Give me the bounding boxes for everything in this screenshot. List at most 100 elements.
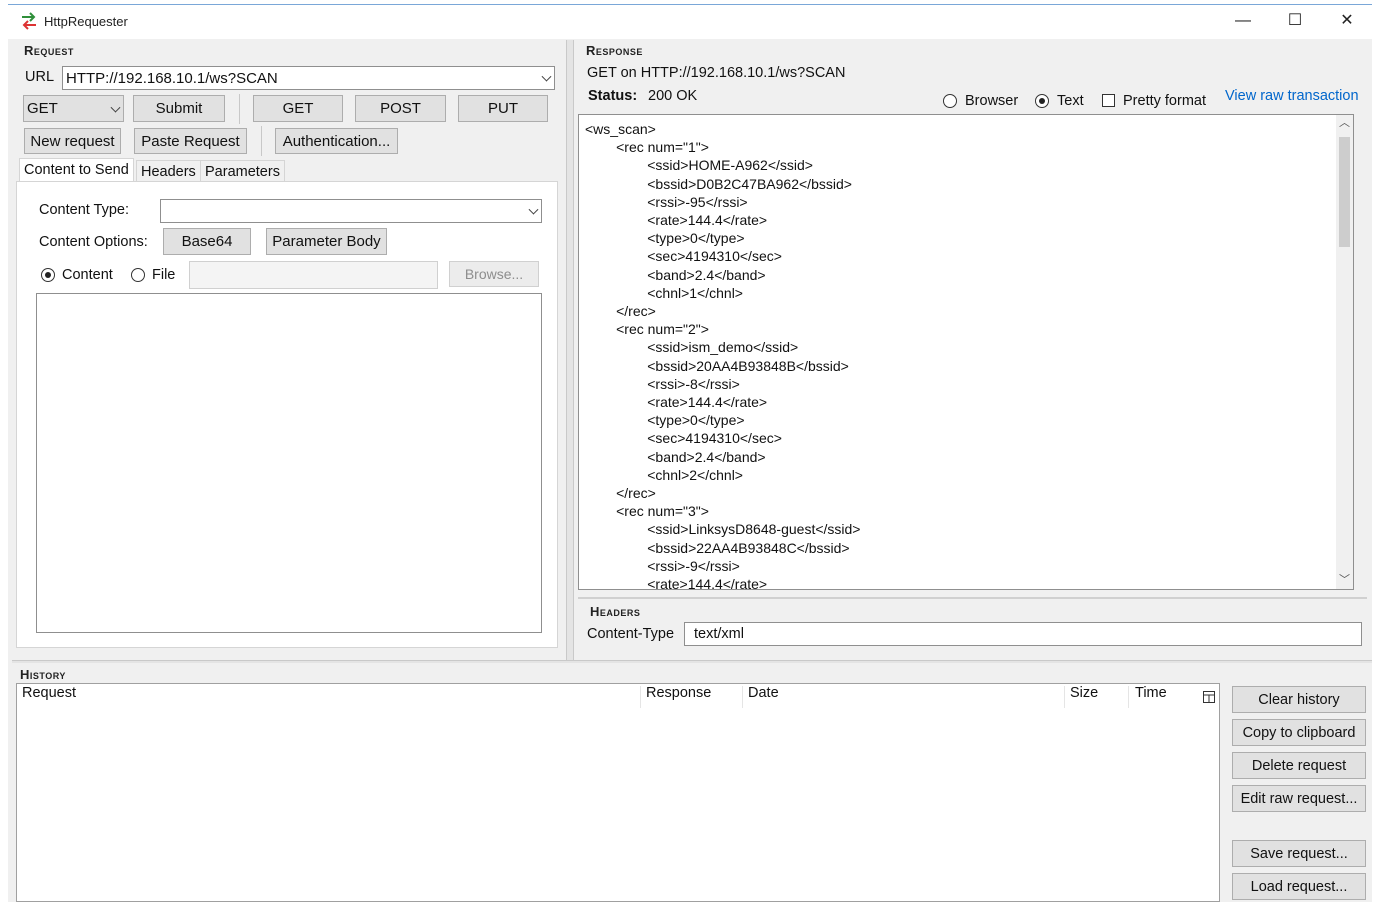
- minimize-button[interactable]: —: [1220, 5, 1266, 39]
- content-body-textarea[interactable]: [36, 293, 542, 633]
- edit-raw-request-button[interactable]: Edit raw request...: [1232, 785, 1366, 812]
- authentication-button[interactable]: Authentication...: [275, 128, 398, 154]
- response-body-line: <rate>144.4</rate>: [585, 576, 768, 590]
- url-value: HTTP://192.168.10.1/ws?SCAN: [66, 69, 278, 87]
- content-radio[interactable]: [41, 268, 55, 282]
- title-bar: HttpRequester — ☐ ✕: [8, 5, 1372, 39]
- response-body-line: <bssid>D0B2C47BA962</bssid>: [585, 175, 852, 192]
- column-divider[interactable]: [1128, 686, 1129, 708]
- response-body-line: <bssid>22AA4B93848C</bssid>: [585, 539, 850, 556]
- browser-radio[interactable]: [943, 94, 957, 108]
- view-raw-transaction-link[interactable]: View raw transaction: [1225, 88, 1359, 104]
- response-body-line: <rec num="2">: [585, 321, 709, 338]
- response-body-line: <rec num="1">: [585, 139, 709, 156]
- submit-button[interactable]: Submit: [133, 95, 225, 122]
- response-body-line: <band>2.4</band>: [585, 448, 766, 465]
- window-title: HttpRequester: [44, 14, 128, 29]
- toolbar-divider: [239, 94, 240, 124]
- horizontal-splitter[interactable]: [12, 660, 1372, 663]
- tab-headers[interactable]: Headers: [136, 160, 201, 183]
- url-input[interactable]: HTTP://192.168.10.1/ws?SCAN: [62, 66, 555, 90]
- response-body-line: <sec>4194310</sec>: [585, 430, 782, 447]
- response-body-line: <ssid>ism_demo</ssid>: [585, 339, 799, 356]
- response-body-line: <rate>144.4</rate>: [585, 212, 768, 228]
- chevron-down-icon: [528, 204, 539, 215]
- status-label: Status:: [588, 88, 638, 104]
- method-select[interactable]: GET: [23, 95, 124, 122]
- scroll-thumb[interactable]: [1339, 137, 1350, 247]
- column-divider[interactable]: [640, 686, 641, 708]
- file-radio-label: File: [152, 267, 176, 283]
- method-value: GET: [27, 100, 58, 117]
- response-body-line: </rec>: [585, 485, 656, 501]
- put-button[interactable]: PUT: [458, 95, 548, 122]
- response-body-line: <chnl>1</chnl>: [585, 284, 743, 301]
- chevron-down-icon: [110, 102, 121, 113]
- scroll-down-icon[interactable]: ﹀: [1336, 572, 1353, 589]
- response-body-line: <rate>144.4</rate>: [585, 394, 768, 410]
- content-options-label: Content Options:: [39, 234, 148, 250]
- delete-request-button[interactable]: Delete request: [1232, 752, 1366, 779]
- response-summary: GET on HTTP://192.168.10.1/ws?SCAN: [587, 65, 846, 81]
- app-arrows-icon: [22, 12, 36, 30]
- chevron-down-icon: [541, 71, 552, 82]
- response-body-line: </rec>: [585, 303, 656, 319]
- save-request-button[interactable]: Save request...: [1232, 840, 1366, 867]
- history-col-request[interactable]: Request: [22, 685, 76, 701]
- vertical-splitter[interactable]: [566, 40, 574, 660]
- tab-parameters[interactable]: Parameters: [200, 160, 285, 183]
- response-body[interactable]: <ws_scan> <rec num="1"> <ssid>HOME-A962<…: [578, 114, 1354, 590]
- response-body-line: <type>0</type>: [585, 230, 745, 247]
- history-heading: History: [20, 667, 66, 682]
- get-button[interactable]: GET: [253, 95, 343, 122]
- content-radio-label: Content: [62, 267, 113, 283]
- history-col-response[interactable]: Response: [646, 685, 711, 701]
- header-value: text/xml: [694, 626, 744, 642]
- tab-content-to-send[interactable]: Content to Send: [19, 158, 134, 181]
- browser-radio-label: Browser: [965, 93, 1019, 109]
- response-scrollbar[interactable]: ︿ ﹀: [1336, 115, 1353, 589]
- history-col-size[interactable]: Size: [1070, 685, 1098, 701]
- response-body-line: <band>2.4</band>: [585, 266, 766, 283]
- copy-to-clipboard-button[interactable]: Copy to clipboard: [1232, 719, 1366, 746]
- text-radio-label: Text: [1057, 93, 1084, 109]
- file-path-input[interactable]: [189, 261, 438, 289]
- response-body-line: <chnl>2</chnl>: [585, 466, 743, 483]
- maximize-button[interactable]: ☐: [1272, 5, 1318, 39]
- new-request-button[interactable]: New request: [24, 128, 121, 154]
- response-body-line: <ssid>HOME-A962</ssid>: [585, 157, 813, 174]
- scroll-up-icon[interactable]: ︿: [1336, 115, 1353, 132]
- toolbar-divider: [261, 126, 262, 156]
- pretty-format-label: Pretty format: [1123, 93, 1206, 109]
- column-divider[interactable]: [742, 686, 743, 708]
- base64-button[interactable]: Base64: [163, 228, 251, 255]
- browse-button[interactable]: Browse...: [449, 261, 539, 287]
- content-type-select[interactable]: [160, 199, 542, 223]
- response-body-line: <type>0</type>: [585, 412, 745, 429]
- text-radio[interactable]: [1035, 94, 1049, 108]
- history-col-date[interactable]: Date: [748, 685, 779, 701]
- response-body-line: <sec>4194310</sec>: [585, 248, 782, 265]
- paste-request-button[interactable]: Paste Request: [134, 128, 247, 154]
- response-splitter[interactable]: [578, 597, 1367, 599]
- clear-history-button[interactable]: Clear history: [1232, 686, 1366, 713]
- response-body-line: <rssi>-8</rssi>: [585, 375, 740, 392]
- parameter-body-button[interactable]: Parameter Body: [266, 228, 387, 255]
- file-radio[interactable]: [131, 268, 145, 282]
- post-button[interactable]: POST: [355, 95, 446, 122]
- close-button[interactable]: ✕: [1324, 5, 1370, 39]
- column-divider[interactable]: [1064, 686, 1065, 708]
- history-col-time[interactable]: Time: [1135, 685, 1167, 701]
- response-body-line: <rssi>-95</rssi>: [585, 193, 748, 210]
- headers-heading: Headers: [590, 604, 641, 619]
- pretty-format-checkbox[interactable]: [1102, 94, 1115, 107]
- column-picker-icon[interactable]: [1203, 691, 1215, 703]
- header-value-field[interactable]: text/xml: [684, 622, 1362, 646]
- history-table[interactable]: [16, 683, 1220, 902]
- load-request-button[interactable]: Load request...: [1232, 873, 1366, 900]
- status-value: 200 OK: [648, 88, 698, 104]
- response-body-line: <ssid>LinksysD8648-guest</ssid>: [585, 521, 861, 538]
- url-label: URL: [25, 69, 55, 85]
- response-body-line: <ws_scan>: [585, 121, 656, 137]
- response-heading: Response: [586, 43, 643, 58]
